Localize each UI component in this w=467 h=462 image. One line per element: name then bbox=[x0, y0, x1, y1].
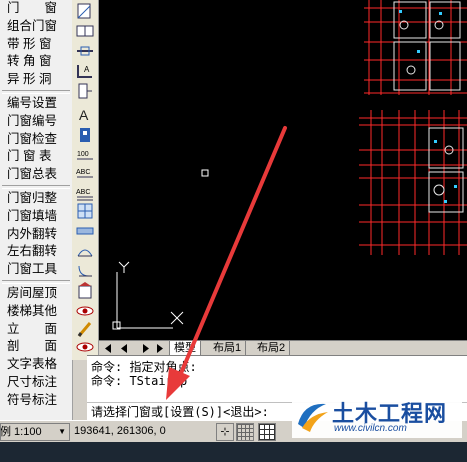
red-arrow-annotation bbox=[166, 126, 287, 400]
